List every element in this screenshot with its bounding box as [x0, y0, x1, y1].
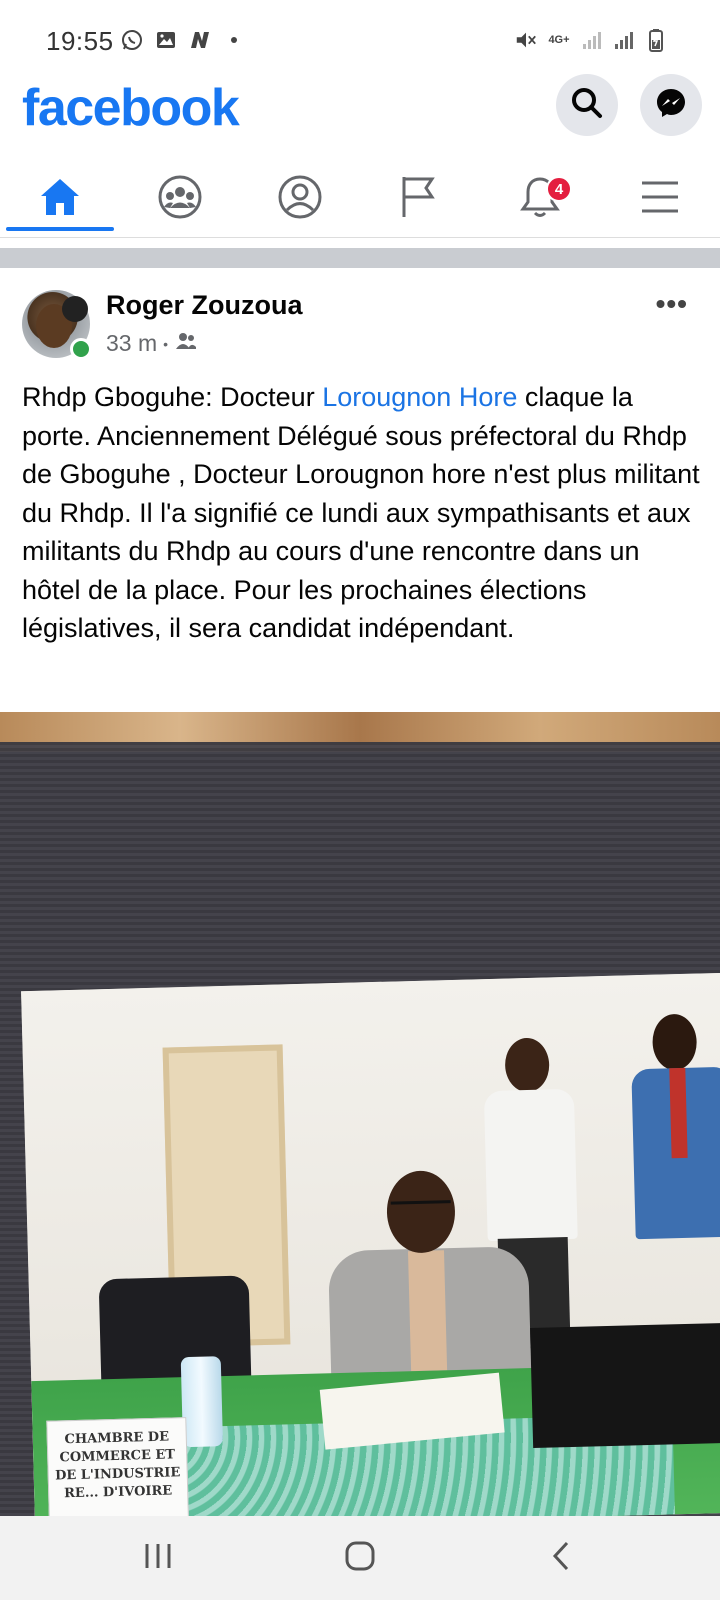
tab-profile[interactable] — [240, 168, 360, 230]
flag-icon — [398, 174, 442, 225]
photo-person-glasses — [390, 1200, 451, 1212]
photo-person-head — [504, 1037, 550, 1093]
signal-icon — [612, 28, 636, 52]
tab-menu[interactable] — [600, 168, 720, 230]
back-button[interactable] — [532, 1536, 592, 1580]
meta-separator: • — [163, 335, 169, 352]
photo-water-bottle — [180, 1356, 224, 1448]
4g-icon: 4G+ — [546, 28, 572, 52]
profile-icon — [276, 173, 324, 226]
hamburger-menu-icon — [639, 179, 681, 220]
status-time: 19:55 — [46, 26, 114, 56]
photo-person-head — [651, 1013, 698, 1071]
friends-icon — [174, 330, 198, 357]
system-navigation-bar — [0, 1516, 720, 1600]
recents-icon — [141, 1541, 175, 1576]
app-header: facebook — [0, 72, 720, 152]
online-status-dot — [70, 338, 92, 360]
photo-person-head — [385, 1169, 457, 1254]
printed-photo: CHAMBRE DE COMMERCE ET DE L'INDUSTRIE RE… — [21, 972, 720, 1516]
photo-person-shirt — [407, 1250, 448, 1372]
network-label: 4G+ — [548, 34, 570, 46]
status-notification-icons — [120, 28, 246, 52]
tab-notifications[interactable]: 4 — [480, 168, 600, 230]
mute-icon — [514, 28, 538, 52]
home-icon — [343, 1539, 377, 1578]
home-icon — [37, 174, 83, 225]
search-icon — [570, 86, 604, 125]
photo-laptop — [530, 1322, 720, 1449]
post-text-rest: claque la porte. Anciennement Délégué so… — [22, 382, 700, 643]
post-text: Rhdp Gboguhe: Docteur Lorougnon Hore cla… — [22, 378, 702, 648]
gallery-icon — [154, 28, 178, 52]
signal-icon — [580, 28, 604, 52]
groups-icon — [156, 173, 204, 226]
tab-pages[interactable] — [360, 168, 480, 230]
status-bar: 19:55 4G+ — [0, 0, 720, 80]
post-time[interactable]: 33 m — [106, 330, 157, 357]
photo-person-tie — [669, 1067, 688, 1159]
notification-badge: 4 — [546, 176, 572, 202]
back-icon — [547, 1539, 577, 1578]
photo-man-blue-suit — [622, 1013, 720, 1336]
n-app-icon — [188, 28, 212, 52]
avatar[interactable] — [22, 290, 92, 360]
avatar-hat — [62, 296, 88, 322]
whatsapp-icon — [120, 28, 144, 52]
active-tab-indicator — [6, 227, 114, 231]
home-button[interactable] — [330, 1536, 390, 1580]
photo-name-card: CHAMBRE DE COMMERCE ET DE L'INDUSTRIE RE… — [46, 1417, 190, 1516]
tab-bar: 4 — [0, 160, 720, 238]
status-system-icons: 4G+ — [514, 28, 668, 52]
name-card-line: RE... D'IVOIRE — [63, 1483, 173, 1502]
battery-icon — [644, 28, 668, 52]
post-more-options-button[interactable]: ••• — [656, 288, 688, 320]
feed-separator — [0, 248, 720, 268]
tagged-person-link[interactable]: Lorougnon Hore — [322, 382, 517, 412]
post-meta: 33 m • — [106, 330, 198, 357]
dot-icon — [222, 28, 246, 52]
tab-home[interactable] — [0, 168, 120, 231]
messenger-icon — [654, 86, 688, 125]
post-author-name[interactable]: Roger Zouzoua — [106, 290, 303, 321]
search-button[interactable] — [556, 74, 618, 136]
messenger-button[interactable] — [640, 74, 702, 136]
post-photo[interactable]: CHAMBRE DE COMMERCE ET DE L'INDUSTRIE RE… — [0, 712, 720, 1516]
post-text-start: Rhdp Gboguhe: Docteur — [22, 382, 323, 412]
recents-button[interactable] — [128, 1536, 188, 1580]
tab-groups[interactable] — [120, 168, 240, 230]
facebook-logo[interactable]: facebook — [22, 78, 240, 138]
